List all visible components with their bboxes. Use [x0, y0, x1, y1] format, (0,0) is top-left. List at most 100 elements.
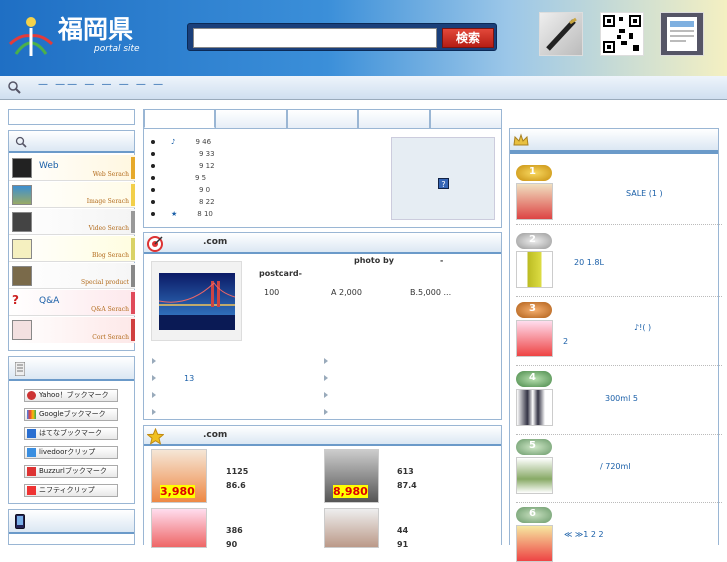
bookmark-label: Yahoo！ブックマーク — [39, 391, 109, 399]
brochure-icon[interactable] — [660, 12, 704, 56]
shop-item-image[interactable] — [151, 508, 207, 548]
special-thumbnail-icon — [12, 266, 32, 286]
ranking-item-5[interactable]: 5 / 720ml — [516, 439, 722, 503]
ranking-item-6[interactable]: 6 ≪ ≫1 2 2 — [516, 507, 722, 562]
tab-3[interactable] — [287, 109, 358, 128]
search-row-image[interactable]: Image Serach — [9, 182, 135, 208]
shop-title: .com — [203, 430, 228, 440]
tab-2[interactable] — [215, 109, 287, 128]
postcard-brand[interactable]: postcard- — [259, 269, 302, 278]
shop-item-value: 613 — [397, 467, 414, 476]
shop-item-image[interactable] — [324, 508, 379, 548]
news-date: 9 33 — [199, 150, 215, 158]
rank-4-badge: 4 — [516, 371, 552, 387]
site-logo[interactable]: 福岡県 portal site — [6, 14, 146, 60]
news-item[interactable]: 8 22 — [151, 198, 215, 206]
rank-1-title: SALE (1 ) — [626, 189, 663, 198]
search-icon[interactable] — [8, 81, 21, 94]
bookmark-label: Buzzurlブックマーク — [39, 467, 107, 475]
link-item[interactable] — [324, 357, 334, 374]
news-item[interactable]: 9 5 — [151, 174, 206, 182]
rank-6-badge: 6 — [516, 507, 552, 523]
ranking-item-4[interactable]: 4 300ml 5 — [516, 371, 722, 435]
video-thumbnail-icon — [12, 212, 32, 232]
row-color-bar — [131, 238, 135, 260]
link-item[interactable] — [324, 408, 334, 425]
help-icon[interactable]: ? — [438, 178, 449, 189]
photo-credit: photo by — [354, 256, 394, 265]
shop-item-image[interactable]: 3,980 — [151, 449, 207, 503]
search-input[interactable] — [193, 28, 437, 48]
search-row-blog[interactable]: Blog Serach — [9, 236, 135, 262]
link-item[interactable] — [152, 391, 194, 408]
news-mark: ★ — [171, 210, 178, 218]
tab-1[interactable] — [144, 109, 215, 128]
rank-5-title: / 720ml — [600, 462, 631, 471]
blog-thumbnail-icon — [12, 239, 32, 259]
search-row-tag: Q&A Serach — [91, 306, 129, 313]
rank-2-image — [516, 251, 553, 288]
sub-nav-links[interactable]: — —— — — — — — — [38, 79, 165, 90]
bookmark-nifty[interactable]: ニフティクリップ — [24, 484, 118, 497]
row-color-bar — [131, 265, 135, 287]
link-item[interactable] — [324, 391, 334, 408]
bookmark-google[interactable]: Googleブックマーク — [24, 408, 118, 421]
court-thumbnail-icon — [12, 320, 32, 340]
link-item[interactable] — [152, 357, 194, 374]
search-row-qa[interactable]: ? Q&A Q&A Serach — [9, 290, 135, 316]
rank-3-image — [516, 320, 553, 357]
star-icon — [147, 428, 164, 445]
rank-3-title: ♪!( ) — [634, 323, 652, 332]
rank-6-title: ≪ ≫1 2 2 — [564, 530, 604, 539]
news-item[interactable]: 9 33 — [151, 150, 215, 158]
link-item[interactable]: 13 — [152, 374, 194, 391]
search-form: 検索 — [187, 23, 497, 51]
postcard-links-right — [324, 357, 334, 425]
news-date: 9 0 — [199, 186, 211, 194]
bookmark-label: はてなブックマーク — [39, 429, 102, 437]
bookmark-livedoor[interactable]: livedoorクリップ — [24, 446, 118, 459]
news-item[interactable]: 9 0 — [151, 186, 210, 194]
search-row-tag: Image Serach — [86, 198, 129, 205]
rank-3-badge: 3 — [516, 302, 552, 318]
web-thumbnail-icon — [12, 158, 32, 178]
search-row-tag: Web Serach — [92, 171, 129, 178]
bookmark-buzzurl[interactable]: Buzzurlブックマーク — [24, 465, 118, 478]
bookmark-panel: Yahoo！ブックマーク Googleブックマーク はてなブックマーク live… — [8, 356, 135, 504]
news-item[interactable]: ★ 8 10 — [151, 210, 213, 218]
ranking-item-1[interactable]: 1 SALE (1 ) — [516, 165, 722, 225]
search-row-court[interactable]: Cort Serach — [9, 317, 135, 343]
postcard-photo[interactable] — [151, 261, 242, 341]
search-row-web[interactable]: Web Web Serach — [9, 155, 135, 181]
search-row-special[interactable]: Special product — [9, 263, 135, 289]
qr-code-icon[interactable] — [600, 12, 644, 56]
news-item[interactable]: 9 12 — [151, 162, 215, 170]
postcard-header: .com — [144, 233, 501, 254]
bookmark-yahoo[interactable]: Yahoo！ブックマーク — [24, 389, 118, 402]
magnifier-icon — [15, 136, 27, 148]
shop-header: .com — [144, 426, 501, 446]
qa-people-icon: ? — [12, 293, 19, 307]
mobile-phone-icon — [15, 514, 25, 529]
bookmark-hatena[interactable]: はてなブックマーク — [24, 427, 118, 440]
news-item[interactable]: ♪ 9 46 — [151, 138, 211, 146]
search-row-video[interactable]: Video Serach — [9, 209, 135, 235]
pen-icon[interactable] — [539, 12, 583, 56]
search-button[interactable]: 検索 — [442, 28, 494, 48]
postcard-title: .com — [203, 237, 228, 247]
tab-5[interactable] — [430, 109, 502, 128]
search-menu-panel: Web Web Serach Image Serach Video Serach… — [8, 130, 135, 351]
tab-4[interactable] — [358, 109, 430, 128]
ranking-item-3[interactable]: 3 ♪!( ) 2 — [516, 302, 722, 366]
mobile-panel — [8, 509, 135, 545]
shop-item-value: 44 — [397, 526, 409, 535]
postcard-price-1: 100 — [264, 288, 280, 297]
yahoo-icon — [27, 391, 36, 400]
link-item[interactable] — [152, 408, 194, 425]
bookmark-label: ニフティクリップ — [39, 486, 95, 494]
link-item[interactable] — [324, 374, 334, 391]
ranking-item-2[interactable]: 2 20 1.8L — [516, 233, 722, 297]
shop-item-image[interactable]: 8,980 — [324, 449, 379, 503]
news-panel: ♪ 9 46 9 33 9 12 9 5 9 0 8 22 ★ 8 10 ? — [143, 109, 502, 228]
postcard-price-3: B.5,000 ... — [410, 288, 452, 297]
